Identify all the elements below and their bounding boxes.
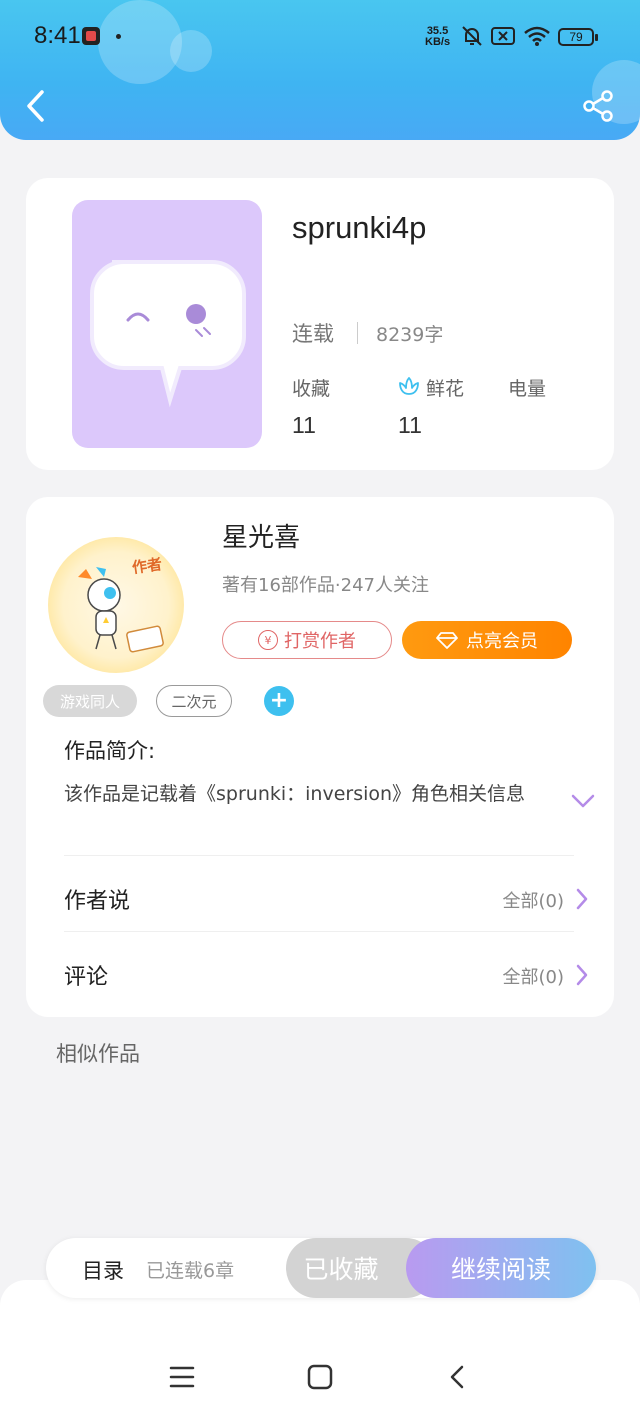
stat-favorites-label: 收藏: [292, 378, 331, 400]
stat-favorites-value: 11: [292, 412, 316, 438]
chevron-down-icon[interactable]: [570, 793, 596, 809]
menu-icon[interactable]: [168, 1364, 196, 1390]
back-icon[interactable]: [20, 86, 52, 126]
flower-icon: [399, 377, 419, 395]
book-info-card: sprunki4p 连载 8239字 收藏 11 鲜花 11 电量: [26, 178, 614, 470]
similar-works-title: 相似作品: [56, 1042, 140, 1066]
tag-acg[interactable]: 二次元: [156, 685, 232, 717]
tag-game-fanfic[interactable]: 游戏同人: [43, 685, 137, 717]
intro-text: 该作品是记载着《sprunki：inversion》角色相关信息: [64, 783, 526, 805]
divider: [64, 931, 574, 932]
author-meta: 著有16部作品·247人关注: [222, 575, 429, 596]
notification-dot-icon: [116, 34, 121, 39]
mute-bell-icon: [462, 26, 482, 46]
net-speed-unit: KB/s: [425, 36, 451, 48]
toc-chapter-count: 已连载6章: [146, 1260, 235, 1282]
author-name[interactable]: 星光喜: [222, 517, 300, 554]
chat-bubble-icon: [90, 260, 246, 408]
author-avatar[interactable]: 作者: [48, 537, 184, 673]
author-card: 作者 星光喜 著有16部作品·247人关注 ¥ 打赏作者 点亮会员 游戏同人 二…: [26, 497, 614, 1017]
word-count: 8239字: [376, 324, 444, 346]
nav-back-icon[interactable]: [446, 1364, 470, 1390]
bottom-action-bar: 目录 已连载6章 已收藏 继续阅读: [46, 1238, 596, 1298]
bottom-sheet: [0, 1280, 640, 1422]
home-icon[interactable]: [306, 1364, 334, 1390]
author-notes-count: 全部(0): [502, 891, 565, 912]
reward-author-button[interactable]: ¥ 打赏作者: [222, 621, 392, 659]
intro-title: 作品简介:: [64, 739, 156, 763]
book-cover[interactable]: [72, 200, 262, 448]
continue-reading-button[interactable]: 继续阅读: [406, 1238, 596, 1298]
divider: [64, 855, 574, 856]
app-notification-icon: [82, 27, 100, 45]
vip-button[interactable]: 点亮会员: [402, 621, 572, 659]
stat-flowers-label: 鲜花: [426, 378, 465, 400]
chevron-right-icon: [576, 964, 588, 986]
comments-label: 评论: [64, 965, 109, 990]
serial-status: 连载: [292, 322, 334, 346]
sim-off-icon: [491, 27, 515, 45]
wifi-icon: [524, 26, 550, 46]
comments-count: 全部(0): [502, 967, 565, 988]
add-tag-button[interactable]: +: [264, 686, 294, 716]
status-bar: 8:41 35.5 KB/s 79: [0, 0, 640, 76]
vip-label: 点亮会员: [466, 631, 538, 652]
reward-author-label: 打赏作者: [284, 631, 356, 652]
share-icon[interactable]: [580, 88, 616, 124]
book-title: sprunki4p: [292, 210, 427, 245]
toc-label: 目录: [82, 1259, 124, 1283]
author-notes-label: 作者说: [64, 889, 131, 914]
status-time: 8:41: [34, 22, 81, 49]
yen-icon: ¥: [258, 630, 278, 650]
header: 8:41 35.5 KB/s 79: [0, 0, 640, 140]
avatar-badge-text: 作者: [130, 554, 164, 577]
divider: [357, 322, 358, 344]
net-speed: 35.5 KB/s: [425, 26, 450, 48]
stat-power-label: 电量: [508, 378, 547, 400]
stat-flowers-value: 11: [398, 412, 422, 438]
avatar-illustration: [78, 567, 164, 653]
chevron-right-icon: [576, 888, 588, 910]
battery-indicator: 79: [558, 28, 598, 46]
diamond-icon: [436, 632, 458, 649]
